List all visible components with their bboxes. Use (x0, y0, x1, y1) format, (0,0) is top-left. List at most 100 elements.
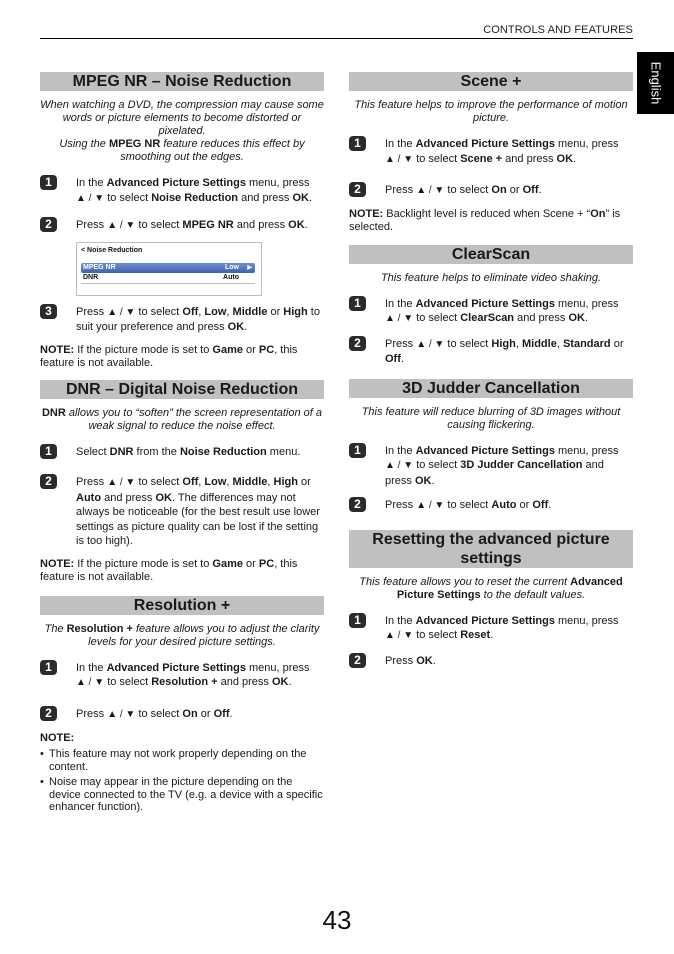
up-down-arrows-icon: ▲ / ▼ (416, 500, 445, 511)
menu-name: Advanced Picture Settings (415, 138, 555, 150)
option-name: Reset (460, 629, 491, 641)
up-down-arrows-icon: ▲ / ▼ (107, 220, 136, 231)
section-intro: DNR allows you to “soften” the screen re… (40, 407, 324, 433)
option-name: Auto (491, 499, 517, 511)
up-down-arrows-icon: ▲ / ▼ (385, 153, 414, 165)
option-name: High (273, 476, 298, 488)
step-text: from the (133, 445, 180, 458)
section-intro: This feature allows you to reset the cur… (349, 576, 633, 602)
step-text: and press (217, 676, 272, 688)
step-text: . (288, 676, 292, 688)
up-down-arrows-icon: ▲ / ▼ (107, 477, 136, 488)
note-bullet-list: This feature may not work properly depen… (40, 748, 324, 814)
section-title: ClearScan (349, 244, 633, 264)
note-label: NOTE: (40, 343, 75, 356)
section-scene-plus: Scene + This feature helps to improve th… (349, 72, 633, 234)
up-down-arrows-icon: ▲ / ▼ (385, 460, 414, 471)
option-name: MPEG NR (182, 219, 234, 231)
note-label: NOTE: (40, 557, 75, 570)
section-clearscan: ClearScan This feature helps to eliminat… (349, 244, 633, 367)
step-text: or (297, 476, 311, 488)
step-text: to select (444, 184, 492, 196)
step-text: to select (413, 629, 461, 641)
page-number: 43 (322, 905, 352, 935)
menu-row-value: Auto (223, 273, 239, 281)
step-text: . (431, 474, 435, 487)
step-text: Press (76, 476, 108, 488)
step-text: or (506, 184, 523, 196)
note-text: or (243, 557, 259, 570)
up-down-arrows-icon: ▲ / ▼ (107, 306, 136, 318)
option-name: Off (532, 499, 549, 511)
menu-title: < Noise Reduction (81, 246, 143, 254)
up-down-arrows-icon: ▲ / ▼ (76, 677, 105, 688)
step-text: . (400, 353, 404, 365)
option-name: Middle (521, 337, 557, 350)
step-text: to select (135, 476, 183, 488)
left-column: MPEG NR – Noise Reduction When watching … (40, 72, 324, 814)
option-name: Off (385, 353, 401, 365)
step-text: . (584, 312, 589, 324)
step-2: 2 Press OK. (349, 652, 633, 669)
note-label: NOTE: (40, 732, 75, 744)
key-name: OK (155, 491, 172, 504)
note-bullet: This feature may not work properly depen… (40, 748, 324, 773)
note-emphasis: Game (212, 343, 243, 356)
step-text: menu, press (554, 297, 619, 310)
up-down-arrows-icon: ▲ / ▼ (416, 185, 445, 196)
step-2: 2 Press ▲ / ▼ to select MPEG NR and pres… (40, 217, 324, 234)
menu-name: Advanced Picture Settings (106, 661, 246, 674)
up-down-arrows-icon: ▲ / ▼ (76, 192, 105, 204)
step-1: 1 In the Advanced Picture Settings menu,… (40, 659, 324, 691)
option-name: Noise Reduction (151, 191, 239, 204)
step-number-icon: 1 (40, 659, 57, 675)
option-name: 3D Judder Cancellation (460, 459, 583, 471)
step-text: to select (444, 337, 492, 350)
section-intro: This feature helps to eliminate video sh… (380, 271, 602, 284)
step-number-icon: 2 (40, 474, 57, 489)
note-text: Backlight level is reduced when Scene + … (383, 207, 591, 220)
key-name: OK (292, 191, 309, 204)
key-name: OK (227, 321, 245, 333)
step-text: to select (413, 152, 461, 165)
step-number-icon: 1 (40, 175, 57, 190)
step-number-icon: 2 (349, 497, 366, 512)
step-text: Select (76, 445, 110, 458)
step-text: to select (135, 305, 183, 318)
step-text: Press (385, 337, 417, 350)
step-text: . (229, 707, 233, 720)
step-text: In the (76, 177, 107, 189)
intro-text: to the default values. (480, 588, 586, 601)
step-2: 2 Press ▲ / ▼ to select On or Off. (349, 182, 633, 199)
intro-text: When watching a DVD, the compression may… (40, 99, 324, 137)
step-text: to select (444, 499, 492, 511)
step-text: menu, press (554, 138, 619, 150)
step-text: Press (385, 654, 417, 667)
step-1: 1 In the Advanced Picture Settings menu,… (349, 442, 633, 489)
step-text: Press (385, 184, 417, 196)
option-name: Resolution + (151, 676, 218, 688)
step-number-icon: 2 (349, 335, 366, 351)
step-text: menu. (266, 445, 301, 458)
option-name: On (182, 707, 198, 720)
section-reset-advanced-picture-settings: Resetting the advanced picture settings … (349, 529, 633, 669)
step-text: menu, press (245, 177, 310, 189)
option-name: Standard (562, 337, 611, 350)
step-text: menu, press (554, 444, 619, 457)
option-name: High (491, 337, 516, 350)
step-text: Press (76, 305, 108, 318)
option-name: Scene + (460, 152, 503, 165)
step-number-icon: 1 (349, 136, 366, 151)
menu-name: Advanced Picture Settings (415, 614, 555, 627)
option-name: Auto (76, 491, 102, 504)
step-text: to select (104, 676, 152, 688)
step-text: and press (514, 312, 569, 324)
option-name: ClearScan (460, 312, 515, 324)
step-text: Press (76, 219, 108, 231)
note-emphasis: PC (258, 557, 275, 570)
note-text: If the picture mode is set to (74, 343, 213, 356)
note-text: If the picture mode is set to (74, 557, 213, 570)
header-divider (40, 38, 633, 39)
option-name: Off (213, 707, 230, 720)
step-number-icon: 2 (40, 705, 57, 721)
